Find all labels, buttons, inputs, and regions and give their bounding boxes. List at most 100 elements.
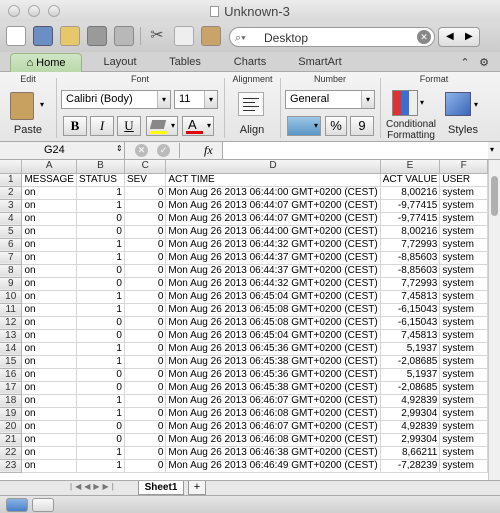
cell[interactable]: 0 xyxy=(76,225,125,239)
cell[interactable]: SEV xyxy=(124,173,167,187)
back-forward-buttons[interactable]: ◀ ▶ xyxy=(438,27,480,47)
cell[interactable]: Mon Aug 26 2013 06:46:08 GMT+0200 (CEST) xyxy=(165,433,381,447)
cell[interactable]: on xyxy=(21,277,77,291)
row-header[interactable]: 22 xyxy=(0,446,23,460)
cell[interactable]: system xyxy=(439,251,488,265)
cell[interactable]: -2,08685 xyxy=(380,355,441,369)
tab-smartart[interactable]: SmartArt xyxy=(285,53,355,72)
cell[interactable]: MESSAGE xyxy=(21,173,77,187)
cell[interactable]: Mon Aug 26 2013 06:46:07 GMT+0200 (CEST) xyxy=(165,394,381,408)
cell[interactable]: Mon Aug 26 2013 06:46:08 GMT+0200 (CEST) xyxy=(165,407,381,421)
cell[interactable]: -6,15043 xyxy=(380,303,441,317)
cell[interactable]: system xyxy=(439,381,488,395)
cell[interactable]: 4,92839 xyxy=(380,420,441,434)
cell[interactable]: Mon Aug 26 2013 06:45:38 GMT+0200 (CEST) xyxy=(165,381,381,395)
cell[interactable]: on xyxy=(21,186,77,200)
row-header[interactable]: 21 xyxy=(0,433,23,447)
cell[interactable]: -9,77415 xyxy=(380,199,441,213)
vertical-scrollbar[interactable] xyxy=(488,160,500,480)
cell[interactable]: system xyxy=(439,420,488,434)
cell[interactable]: system xyxy=(439,212,488,226)
cell[interactable]: Mon Aug 26 2013 06:44:37 GMT+0200 (CEST) xyxy=(165,264,381,278)
cell[interactable]: system xyxy=(439,329,488,343)
cell[interactable]: on xyxy=(21,225,77,239)
open-folder-icon[interactable] xyxy=(60,26,80,46)
column-header[interactable]: C xyxy=(124,160,167,174)
cell[interactable]: 1 xyxy=(76,459,125,473)
row-header[interactable]: 7 xyxy=(0,251,23,265)
cell[interactable]: 1 xyxy=(76,355,125,369)
cell[interactable]: ACT VALUE xyxy=(380,173,441,187)
cell[interactable]: on xyxy=(21,433,77,447)
function-button[interactable]: fx xyxy=(204,143,213,158)
row-header[interactable]: 13 xyxy=(0,329,23,343)
select-all-corner[interactable] xyxy=(0,160,23,174)
cell[interactable]: -9,77415 xyxy=(380,212,441,226)
cancel-formula-icon[interactable]: ✕ xyxy=(135,144,148,157)
cell[interactable]: 1 xyxy=(76,186,125,200)
cell[interactable]: Mon Aug 26 2013 06:45:08 GMT+0200 (CEST) xyxy=(165,316,381,330)
styles-icon[interactable] xyxy=(445,92,471,116)
cell[interactable]: 0 xyxy=(76,212,125,226)
cell[interactable]: 1 xyxy=(76,290,125,304)
paste-icon[interactable] xyxy=(10,92,34,120)
cell[interactable]: Mon Aug 26 2013 06:45:04 GMT+0200 (CEST) xyxy=(165,329,381,343)
accounting-format-button[interactable]: ▾ xyxy=(287,116,321,136)
align-icon[interactable] xyxy=(238,92,264,116)
cell[interactable]: 0 xyxy=(124,355,167,369)
cell[interactable]: on xyxy=(21,303,77,317)
cell[interactable]: on xyxy=(21,238,77,252)
page-layout-view-button[interactable] xyxy=(32,498,54,512)
search-field[interactable]: ⌕▾ Desktop ✕ xyxy=(229,27,435,47)
row-header[interactable]: 5 xyxy=(0,225,23,239)
column-header[interactable]: E xyxy=(380,160,441,174)
conditional-formatting-button[interactable]: Conditional Formatting xyxy=(383,119,439,141)
font-color-button[interactable]: A ▾ xyxy=(182,116,214,136)
cell[interactable]: 1 xyxy=(76,394,125,408)
cell[interactable]: system xyxy=(439,459,488,473)
column-header[interactable]: F xyxy=(439,160,488,174)
underline-button[interactable]: U xyxy=(117,116,141,136)
row-header[interactable]: 14 xyxy=(0,342,23,356)
cell[interactable]: 0 xyxy=(76,381,125,395)
paste-menu-arrow-icon[interactable]: ▾ xyxy=(40,100,44,109)
cell[interactable]: 0 xyxy=(124,446,167,460)
cell[interactable]: 2,99304 xyxy=(380,433,441,447)
cell[interactable]: system xyxy=(439,342,488,356)
cell[interactable]: system xyxy=(439,186,488,200)
cell[interactable]: system xyxy=(439,225,488,239)
cell[interactable]: 0 xyxy=(124,277,167,291)
cell[interactable]: 0 xyxy=(76,316,125,330)
column-header[interactable]: D xyxy=(165,160,381,174)
paste-button-label[interactable]: Paste xyxy=(10,124,46,136)
cell[interactable]: 0 xyxy=(124,407,167,421)
chevron-down-icon[interactable]: ▾ xyxy=(490,145,494,154)
cell[interactable]: 1 xyxy=(76,238,125,252)
row-header[interactable]: 1 xyxy=(0,173,23,187)
row-header[interactable]: 12 xyxy=(0,316,23,330)
cell[interactable]: system xyxy=(439,238,488,252)
cell[interactable]: 7,45813 xyxy=(380,290,441,304)
column-header[interactable]: A xyxy=(21,160,77,174)
cell[interactable]: system xyxy=(439,368,488,382)
cell[interactable]: Mon Aug 26 2013 06:44:00 GMT+0200 (CEST) xyxy=(165,225,381,239)
tab-layout[interactable]: Layout xyxy=(90,53,150,72)
cell[interactable]: -2,08685 xyxy=(380,381,441,395)
copy-icon[interactable] xyxy=(174,26,194,46)
cell[interactable]: on xyxy=(21,459,77,473)
cell[interactable]: on xyxy=(21,355,77,369)
comma-style-button[interactable]: 9 xyxy=(350,116,374,136)
clear-search-icon[interactable]: ✕ xyxy=(417,30,431,44)
cell[interactable]: Mon Aug 26 2013 06:45:36 GMT+0200 (CEST) xyxy=(165,368,381,382)
cell[interactable]: 7,72993 xyxy=(380,277,441,291)
cell[interactable]: 1 xyxy=(76,342,125,356)
forward-arrow-icon[interactable]: ▶ xyxy=(465,31,473,42)
row-header[interactable]: 11 xyxy=(0,303,23,317)
name-box[interactable]: G24 ⇕ xyxy=(0,142,125,159)
cell[interactable]: USER xyxy=(439,173,488,187)
italic-button[interactable]: I xyxy=(90,116,114,136)
column-header[interactable]: B xyxy=(76,160,125,174)
cell[interactable]: 5,1937 xyxy=(380,342,441,356)
cell[interactable]: on xyxy=(21,342,77,356)
cell[interactable]: 0 xyxy=(124,329,167,343)
